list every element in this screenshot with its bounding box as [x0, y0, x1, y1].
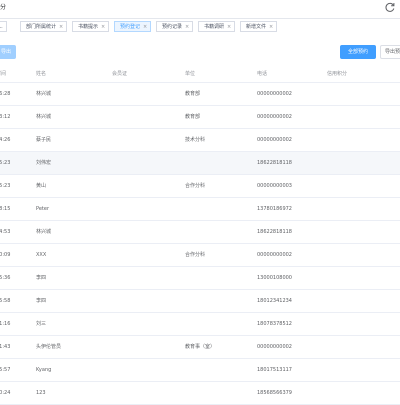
tab-prev[interactable]: ...: [0, 21, 7, 32]
cell-phone: 13780186972: [257, 206, 292, 212]
tab-label: 部门所属统计: [26, 24, 57, 30]
refresh-icon[interactable]: [384, 1, 396, 13]
cell-phone: 00000000002: [257, 252, 292, 258]
cell-time: 40:24: [0, 390, 11, 396]
cell-time: 24:26: [0, 137, 11, 143]
cell-phone: 00000000003: [257, 183, 292, 189]
cell-time: 01:16: [0, 321, 11, 327]
cell-time: 00:09: [0, 252, 11, 258]
close-icon[interactable]: ×: [185, 24, 189, 30]
cell-time: 16:28: [0, 91, 11, 97]
tab-reservation-register[interactable]: 预约登记 ×: [114, 21, 152, 32]
table-row[interactable]: 21:43 头伊伦管员 教育事（室） 00000000002: [0, 336, 400, 359]
cell-phone: 00000000002: [257, 344, 292, 350]
tab-label: 预约登记: [120, 24, 141, 30]
tab-reservation-records[interactable]: 预约记录 ×: [156, 21, 194, 32]
table-row[interactable]: 24:53 林兴城 18622818118: [0, 221, 400, 244]
cell-unit: 教育部: [185, 91, 201, 97]
cell-name: XXX: [36, 252, 47, 258]
cell-time: 05:58: [0, 298, 11, 304]
cell-name: 123: [36, 390, 46, 396]
column-header-name[interactable]: 姓名: [36, 66, 46, 82]
tab-label: 书籍提示: [78, 24, 99, 30]
table-row[interactable]: 05:36 李四 13000108000: [0, 267, 400, 290]
table-row[interactable]: 45:57 Kyang 18017513117: [0, 359, 400, 382]
cell-time: 45:57: [0, 367, 11, 373]
cell-phone: 18017513117: [257, 367, 292, 373]
cell-name: 刘三: [36, 321, 47, 327]
cell-name: 刘伟宏: [36, 160, 52, 166]
cell-unit: 合作分科: [185, 183, 206, 189]
tab-new-file[interactable]: 新增文件 ×: [240, 21, 278, 32]
export-reservations-button[interactable]: 导出预约: [380, 45, 400, 59]
table-body: 16:28林兴城教育部0000000000203:12林兴城教育部0000000…: [0, 83, 400, 405]
tab-label: ...: [0, 24, 3, 30]
top-bar: 分: [0, 0, 400, 19]
table-row[interactable]: 03:12 林兴城 教育部 00000000002: [0, 106, 400, 129]
cell-name: 林兴城: [36, 229, 52, 235]
cell-phone: 13000108000: [257, 275, 292, 281]
tags-view: ... 部门所属统计× 书籍提示× 预约登记× 预约记录× 书籍调研× 新增文件…: [0, 18, 400, 36]
cell-name: 蔡子民: [36, 137, 52, 143]
table-row[interactable]: 58:15 Peter 13780186972: [0, 198, 400, 221]
export-button[interactable]: 导出: [0, 45, 16, 59]
cell-unit: 教育部: [185, 114, 201, 120]
cell-time: 58:15: [0, 206, 11, 212]
table-row[interactable]: 24:26 蔡子民 技术分科 00000000002: [0, 129, 400, 152]
cell-time: 03:12: [0, 114, 11, 120]
tab-dept-stats[interactable]: 部门所属统计 ×: [20, 21, 68, 32]
cell-phone: 18078378512: [257, 321, 292, 327]
tab-label: 新增文件: [246, 24, 267, 30]
cell-name: Kyang: [36, 367, 52, 373]
cell-unit: 合作分科: [185, 252, 206, 258]
close-icon[interactable]: ×: [227, 24, 231, 30]
cell-phone: 00000000002: [257, 137, 292, 143]
cell-time: 05:23: [0, 183, 11, 189]
cell-name: 李四: [36, 275, 47, 281]
table-row[interactable]: 05:23 黄山 合作分科 00000000003: [0, 175, 400, 198]
toolbar: 导出 全部预约 导出预约: [0, 42, 400, 62]
cell-name: 李四: [36, 298, 47, 304]
table-row[interactable]: 05:58 李四 18012341234: [0, 290, 400, 313]
cell-time: 05:36: [0, 275, 11, 281]
close-icon[interactable]: ×: [59, 24, 63, 30]
tab-label: 书籍调研: [204, 24, 225, 30]
cell-unit: 技术分科: [185, 137, 206, 143]
page-title: 分: [0, 4, 7, 11]
cell-phone: 18012341234: [257, 298, 292, 304]
close-icon[interactable]: ×: [143, 24, 147, 30]
cell-name: 林兴城: [36, 114, 52, 120]
tab-book-survey[interactable]: 书籍调研 ×: [198, 21, 236, 32]
cell-time: 24:53: [0, 229, 11, 235]
tab-label: 预约记录: [162, 24, 183, 30]
column-header-unit[interactable]: 单位: [185, 66, 195, 82]
column-header-time[interactable]: 时间: [0, 66, 6, 82]
cell-name: 头伊伦管员: [36, 344, 62, 350]
column-header-credit[interactable]: 信用积分: [327, 66, 347, 82]
tab-book-tips[interactable]: 书籍提示 ×: [72, 21, 110, 32]
cell-name: 黄山: [36, 183, 47, 189]
table-row[interactable]: 16:28 林兴城 教育部 00000000002: [0, 83, 400, 106]
cell-unit: 教育事（室）: [185, 344, 216, 350]
cell-time: 05:23: [0, 160, 11, 166]
close-icon[interactable]: ×: [269, 24, 273, 30]
column-header-phone[interactable]: 电话: [257, 66, 267, 82]
close-icon[interactable]: ×: [101, 24, 105, 30]
cell-phone: 00000000002: [257, 114, 292, 120]
table-row[interactable]: 00:09 XXX 合作分科 00000000002: [0, 244, 400, 267]
column-header-member-id[interactable]: 会员证: [112, 66, 127, 82]
cell-phone: 00000000002: [257, 91, 292, 97]
table-header: 时间 姓名 会员证 单位 电话 信用积分: [0, 66, 400, 83]
cell-name: 林兴城: [36, 91, 52, 97]
all-reservations-button[interactable]: 全部预约: [340, 45, 376, 59]
cell-phone: 18568566379: [257, 390, 292, 396]
cell-time: 21:43: [0, 344, 11, 350]
table-row[interactable]: 05:23 刘伟宏 18622818118: [0, 152, 400, 175]
data-table: 时间 姓名 会员证 单位 电话 信用积分 16:28林兴城教育部00000000…: [0, 66, 400, 405]
cell-phone: 18622818118: [257, 160, 292, 166]
cell-name: Peter: [36, 206, 50, 212]
table-row[interactable]: 01:16 刘三 18078378512: [0, 313, 400, 336]
table-row[interactable]: 40:24 123 18568566379: [0, 382, 400, 405]
cell-phone: 18622818118: [257, 229, 292, 235]
